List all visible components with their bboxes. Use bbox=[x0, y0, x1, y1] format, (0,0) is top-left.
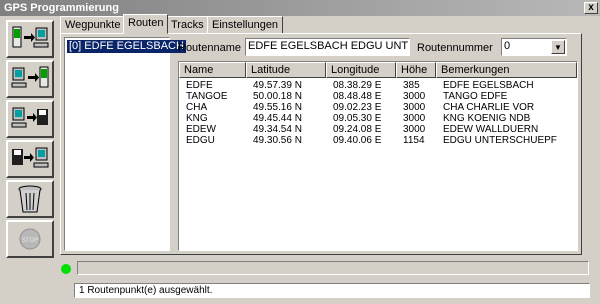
delete-button[interactable] bbox=[6, 180, 54, 218]
route-list[interactable]: [0] EDFE EGELSBACH bbox=[64, 37, 186, 251]
route-list-item[interactable]: [0] EDFE EGELSBACH bbox=[67, 40, 186, 53]
cell-hoehe: 3000 bbox=[403, 124, 426, 135]
cell-hoehe: 3000 bbox=[403, 91, 426, 102]
tab-tracks[interactable]: Tracks bbox=[166, 16, 209, 33]
write-to-gps-button[interactable] bbox=[6, 60, 54, 98]
column-header-longitude[interactable]: Longitude bbox=[326, 62, 396, 78]
stop-icon: STOP bbox=[19, 228, 41, 250]
cell-name: TANGOE bbox=[186, 91, 228, 102]
route-number-select[interactable]: 0 ▼ bbox=[501, 38, 567, 56]
cell-longitude: 09.05.30 E bbox=[333, 113, 382, 124]
table-header: Name Latitude Longitude Höhe Bemerkungen bbox=[179, 62, 577, 78]
route-name-label: Routenname bbox=[178, 42, 241, 54]
column-header-name[interactable]: Name bbox=[179, 62, 246, 78]
status-text: 1 Routenpunkt(e) ausgewählt. bbox=[79, 285, 213, 296]
cell-latitude: 49.30.56 N bbox=[253, 135, 302, 146]
tab-routen[interactable]: Routen bbox=[123, 14, 169, 34]
pc-to-disk-icon bbox=[11, 107, 48, 128]
cell-hoehe: 3000 bbox=[403, 113, 426, 124]
table-row[interactable]: EDGU 49.30.56 N 09.40.06 E 1154 EDGU UNT… bbox=[179, 135, 577, 146]
cell-name: KNG bbox=[186, 113, 208, 124]
close-button[interactable]: x bbox=[584, 2, 598, 14]
tab-wegpunkte[interactable]: Wegpunkte bbox=[60, 16, 126, 33]
cell-bemerkungen: EDFE EGELSBACH bbox=[443, 80, 534, 91]
table-row[interactable]: TANGOE 50.00.18 N 08.48.48 E 3000 TANGO … bbox=[179, 91, 577, 102]
table-row[interactable]: CHA 49.55.16 N 09.02.23 E 3000 CHA CHARL… bbox=[179, 102, 577, 113]
cell-hoehe: 3000 bbox=[403, 102, 426, 113]
tab-einstellungen[interactable]: Einstellungen bbox=[207, 16, 284, 33]
window-title: GPS Programmierung bbox=[4, 2, 119, 14]
column-header-hoehe[interactable]: Höhe bbox=[396, 62, 436, 78]
left-toolbar: STOP bbox=[4, 18, 56, 266]
cell-name: CHA bbox=[186, 102, 208, 113]
cell-latitude: 50.00.18 N bbox=[253, 91, 302, 102]
cell-longitude: 08.48.48 E bbox=[333, 91, 382, 102]
chevron-down-icon[interactable]: ▼ bbox=[551, 40, 565, 54]
route-name-field[interactable]: EDFE EGELSBACH EDGU UNTER bbox=[245, 38, 410, 56]
table-row[interactable]: KNG 49.45.44 N 09.05.30 E 3000 KNG KOENI… bbox=[179, 113, 577, 124]
cell-bemerkungen: KNG KOENIG NDB bbox=[443, 113, 531, 124]
cell-hoehe: 385 bbox=[403, 80, 420, 91]
cell-latitude: 49.45.44 N bbox=[253, 113, 302, 124]
cell-bemerkungen: EDEW WALLDUERN bbox=[443, 124, 539, 135]
cell-bemerkungen: EDGU UNTERSCHUEPF bbox=[443, 135, 557, 146]
cell-name: EDEW bbox=[186, 124, 216, 135]
cell-longitude: 09.24.08 E bbox=[333, 124, 382, 135]
stop-label: STOP bbox=[22, 237, 38, 244]
progress-bar bbox=[77, 261, 589, 275]
cell-latitude: 49.55.16 N bbox=[253, 102, 302, 113]
title-bar: GPS Programmierung x bbox=[0, 0, 600, 16]
cell-longitude: 08.38.29 E bbox=[333, 80, 382, 91]
cell-hoehe: 1154 bbox=[403, 135, 425, 146]
trash-icon bbox=[18, 185, 42, 213]
cell-longitude: 09.02.23 E bbox=[333, 102, 382, 113]
cell-latitude: 49.57.39 N bbox=[253, 80, 302, 91]
connection-status-led bbox=[61, 264, 71, 274]
status-bar: 1 Routenpunkt(e) ausgewählt. bbox=[74, 283, 590, 298]
column-header-bemerkungen[interactable]: Bemerkungen bbox=[436, 62, 577, 78]
read-from-gps-button[interactable] bbox=[6, 20, 54, 58]
pc-to-device-icon bbox=[11, 66, 49, 88]
route-number-label: Routennummer bbox=[417, 42, 493, 54]
route-number-value: 0 bbox=[504, 40, 511, 52]
column-header-latitude[interactable]: Latitude bbox=[246, 62, 326, 78]
device-to-pc-icon bbox=[12, 26, 49, 48]
table-row[interactable]: EDFE 49.57.39 N 08.38.29 E 385 EDFE EGEL… bbox=[179, 80, 577, 91]
cell-bemerkungen: TANGO EDFE bbox=[443, 91, 508, 102]
table-row[interactable]: EDEW 49.34.54 N 09.24.08 E 3000 EDEW WAL… bbox=[179, 124, 577, 135]
cell-name: EDFE bbox=[186, 80, 213, 91]
cell-latitude: 49.34.54 N bbox=[253, 124, 302, 135]
waypoint-table: Name Latitude Longitude Höhe Bemerkungen… bbox=[178, 61, 578, 251]
load-from-disk-button[interactable] bbox=[6, 140, 54, 178]
cell-name: EDGU bbox=[186, 135, 215, 146]
save-to-disk-button[interactable] bbox=[6, 100, 54, 138]
cell-longitude: 09.40.06 E bbox=[333, 135, 382, 146]
cell-bemerkungen: CHA CHARLIE VOR bbox=[443, 102, 535, 113]
app-window: GPS Programmierung x STOP Wegpunkte Rout… bbox=[0, 0, 600, 304]
stop-button[interactable]: STOP bbox=[6, 220, 54, 258]
disk-to-pc-icon bbox=[12, 147, 49, 168]
